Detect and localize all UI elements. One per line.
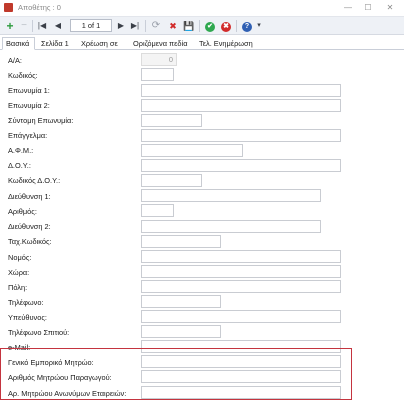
- address1-field[interactable]: [141, 189, 321, 202]
- toolbar: + − |◀ ◀ 1 of 1 ▶ ▶| ⟳ ✖ 💾 ✔ ✖ ? ▾: [0, 16, 404, 35]
- sa-registry-label: Αρ. Μητρώου Ανωνύμων Εταιρειών:: [8, 389, 127, 398]
- tab-custom-fields[interactable]: Οριζόμενα πεδία: [129, 37, 193, 50]
- doy-field[interactable]: [141, 159, 341, 172]
- help-icon[interactable]: ?: [241, 19, 253, 33]
- close-button[interactable]: ✕: [384, 2, 396, 13]
- add-icon[interactable]: +: [5, 19, 15, 33]
- gemi-label: Γενικό Εμπορικό Μητρώο:: [8, 358, 94, 367]
- profession-label: Επάγγελμα:: [8, 131, 48, 140]
- app-icon: [4, 3, 13, 12]
- home-phone-field[interactable]: [141, 325, 221, 338]
- home-phone-label: Τηλέφωνο Σπιτιού:: [8, 328, 70, 337]
- short-name-field[interactable]: [141, 114, 202, 127]
- address1-label: Διεύθυνση 1:: [8, 192, 51, 201]
- responsible-label: Υπεύθυνος:: [8, 313, 47, 322]
- maximize-button[interactable]: ☐: [362, 2, 374, 13]
- number-field[interactable]: [141, 204, 174, 217]
- accept-icon[interactable]: ✔: [204, 19, 216, 33]
- country-field[interactable]: [141, 265, 341, 278]
- aa-field: 0: [141, 53, 177, 66]
- short-name-label: Σύντομη Επωνυμία:: [8, 116, 74, 125]
- code-label: Κωδικός:: [8, 71, 38, 80]
- window-title: Αποθέτης : 0: [18, 3, 61, 12]
- number-label: Αριθμός:: [8, 207, 37, 216]
- tab-last-update[interactable]: Τελ. Ενημέρωση: [195, 37, 259, 50]
- prefecture-label: Νομός:: [8, 253, 32, 262]
- tab-strip: Βασικά Σελίδα 1 Χρέωση σε Οριζόμενα πεδί…: [0, 36, 404, 50]
- toolbar-separator: [236, 20, 237, 32]
- producers-registry-label: Αριθμός Μητρώου Παραγωγού:: [8, 373, 112, 382]
- tab-page-1[interactable]: Σελίδα 1: [37, 37, 75, 50]
- refresh-icon[interactable]: ⟳: [150, 19, 162, 33]
- phone-label: Τηλέφωνο:: [8, 298, 44, 307]
- name1-label: Επωνυμία 1:: [8, 86, 50, 95]
- doy-code-field[interactable]: [141, 174, 202, 187]
- delete-icon[interactable]: −: [19, 19, 29, 33]
- name2-field[interactable]: [141, 99, 341, 112]
- postal-code-field[interactable]: [141, 235, 221, 248]
- profession-field[interactable]: [141, 129, 341, 142]
- name2-label: Επωνυμία 2:: [8, 101, 50, 110]
- city-field[interactable]: [141, 280, 341, 293]
- previous-record-icon[interactable]: ◀: [53, 19, 63, 33]
- gemi-field[interactable]: [141, 355, 341, 368]
- toolbar-separator: [32, 20, 33, 32]
- cancel-edit-icon[interactable]: ✖: [167, 19, 179, 33]
- postal-code-label: Ταχ.Κωδικός:: [8, 237, 52, 246]
- record-position-input[interactable]: 1 of 1: [70, 19, 112, 32]
- tab-basic[interactable]: Βασικά: [2, 37, 35, 50]
- city-label: Πόλη:: [8, 283, 28, 292]
- chevron-down-icon[interactable]: ▾: [255, 19, 263, 33]
- doy-label: Δ.Ο.Υ.:: [8, 161, 31, 170]
- first-record-icon[interactable]: |◀: [36, 19, 48, 33]
- phone-field[interactable]: [141, 295, 221, 308]
- minimize-button[interactable]: —: [342, 2, 354, 13]
- next-record-icon[interactable]: ▶: [116, 19, 126, 33]
- doy-code-label: Κωδικός Δ.Ο.Υ.:: [8, 176, 61, 185]
- afm-label: Α.Φ.Μ.:: [8, 146, 34, 155]
- tab-charge-to[interactable]: Χρέωση σε: [77, 37, 127, 50]
- basic-form: Α/Α: 0 Κωδικός: Επωνυμία 1: Επωνυμία 2: …: [0, 51, 404, 402]
- address2-field[interactable]: [141, 220, 321, 233]
- sa-registry-field[interactable]: [141, 386, 341, 399]
- producers-registry-field[interactable]: [141, 370, 341, 383]
- name1-field[interactable]: [141, 84, 341, 97]
- email-label: e-Mail:: [8, 343, 31, 352]
- save-icon[interactable]: 💾: [183, 19, 195, 33]
- address2-label: Διεύθυνση 2:: [8, 222, 51, 231]
- prefecture-field[interactable]: [141, 250, 341, 263]
- country-label: Χώρα:: [8, 268, 30, 277]
- aa-label: Α/Α:: [8, 56, 22, 65]
- afm-field[interactable]: [141, 144, 243, 157]
- title-bar: Αποθέτης : 0 — ☐ ✕: [0, 0, 404, 16]
- abort-icon[interactable]: ✖: [220, 19, 232, 33]
- toolbar-separator: [145, 20, 146, 32]
- responsible-field[interactable]: [141, 310, 341, 323]
- email-field[interactable]: [141, 340, 341, 353]
- code-field[interactable]: [141, 68, 174, 81]
- toolbar-separator: [199, 20, 200, 32]
- last-record-icon[interactable]: ▶|: [129, 19, 141, 33]
